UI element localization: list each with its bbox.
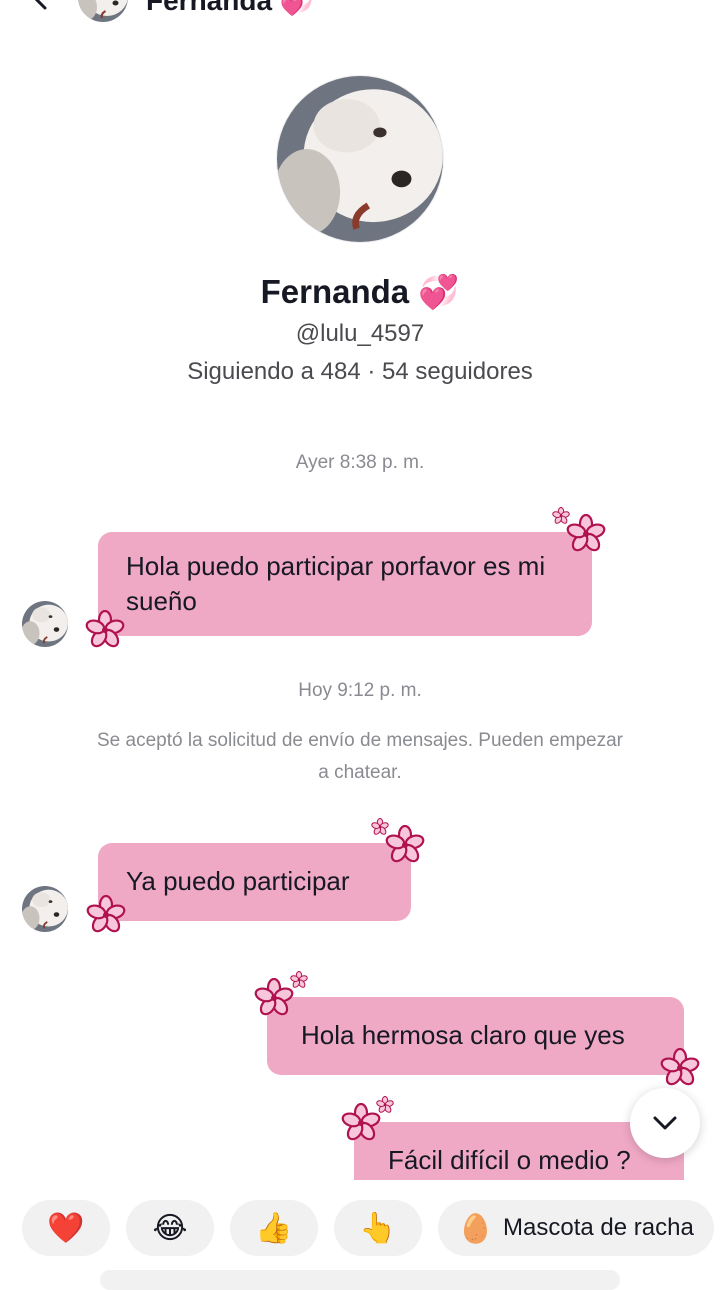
message-bubble-received[interactable]: Ya puedo participar [98,843,411,921]
profile-name[interactable]: Fernanda 💞 [0,270,720,314]
small-flower-icon [376,1096,394,1114]
streak-pet-label: Mascota de racha [503,1214,694,1241]
scroll-to-bottom-button[interactable] [630,1088,700,1158]
profile-avatar[interactable] [277,76,443,242]
back-arrow-icon[interactable] [30,0,52,10]
egg-icon: 🥚 [458,1212,494,1244]
flower-sticker-icon [566,514,606,554]
message-bubble-sent[interactable]: Hola hermosa claro que yes [267,997,684,1075]
message-text: Hola puedo participar porfavor es mi sue… [126,551,546,616]
profile-name-text: Fernanda [260,273,410,310]
small-flower-icon [552,507,570,525]
message-bubble-received[interactable]: Hola puedo participar porfavor es mi sue… [98,532,592,636]
timestamp: Hoy 9:12 p. m. [298,680,422,701]
header-title-text: Fernanda [146,0,273,16]
flower-sticker-icon [660,1048,700,1088]
heart-icon: ❤️ [47,1211,85,1245]
flower-sticker-icon [254,978,294,1018]
sender-avatar[interactable] [22,601,68,647]
message-text: Ya puedo participar [126,866,350,896]
top-bar: Fernanda 💞 [0,0,720,22]
header-title[interactable]: Fernanda 💞 [146,0,315,18]
pointing-up-icon: 👆 [359,1211,397,1245]
reaction-heart-button[interactable]: ❤️ [22,1200,110,1256]
sender-avatar[interactable] [22,886,68,932]
reaction-laugh-button[interactable]: 😂 [126,1200,214,1256]
flower-sticker-icon [341,1103,381,1143]
message-input[interactable] [100,1270,620,1290]
small-flower-icon [371,818,389,836]
timestamp: Ayer 8:38 p. m. [295,452,425,473]
profile-stats: Siguiendo a 484 · 54 seguidores [187,358,533,385]
flower-sticker-icon [85,610,125,650]
reaction-pointing-button[interactable]: 👆 [334,1200,422,1256]
profile-name-emoji: 💞 [418,273,460,310]
message-text: Hola hermosa claro que yes [301,1020,625,1050]
profile-handle: @lulu_4597 [295,320,425,347]
header-avatar[interactable] [78,0,128,22]
laughing-face-icon: 😂 [152,1211,188,1245]
flower-sticker-icon [86,895,126,935]
small-flower-icon [290,971,308,989]
reaction-thumbs-up-button[interactable]: 👍 [230,1200,318,1256]
flower-sticker-icon [385,825,425,865]
streak-pet-button[interactable]: 🥚 Mascota de racha [438,1200,714,1256]
thumbs-up-icon: 👍 [255,1211,293,1245]
chevron-down-icon [653,1116,677,1130]
system-message: Se aceptó la solicitud de envío de mensa… [97,730,623,783]
message-text: Fácil difícil o medio ? [388,1145,631,1175]
header-title-emoji: 💞 [279,0,315,16]
